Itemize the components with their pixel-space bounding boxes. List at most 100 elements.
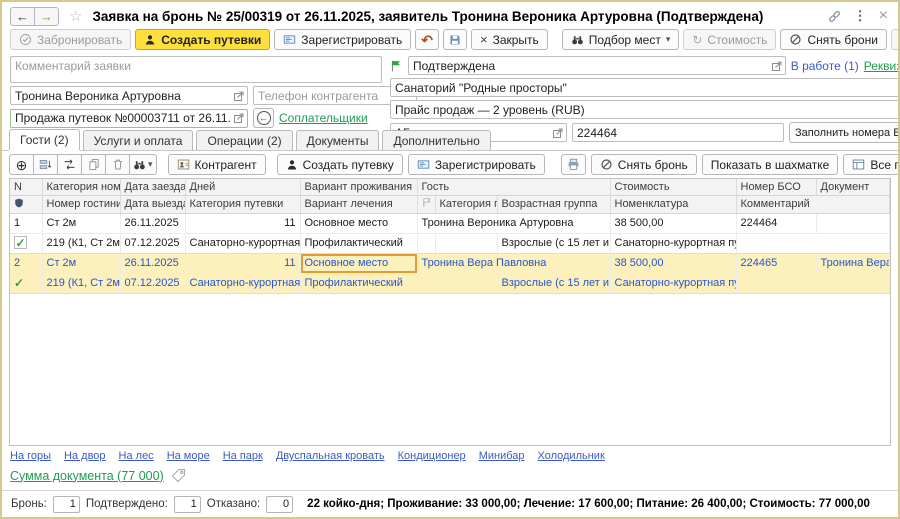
- tab-guests[interactable]: Гости (2): [9, 129, 80, 150]
- field-open-icon[interactable]: [772, 61, 782, 71]
- sale-document-input[interactable]: [15, 111, 231, 125]
- field-open-icon[interactable]: [234, 113, 244, 123]
- binoculars-icon: [571, 33, 584, 46]
- header-row-2: Номер гостиницы Дата выезда Категория пу…: [10, 195, 890, 213]
- remove-bookings-button[interactable]: Снять брони: [780, 29, 886, 50]
- forward-button[interactable]: →: [34, 7, 59, 26]
- col-comment: Комментарий: [736, 195, 890, 213]
- applicant-input[interactable]: [15, 89, 231, 103]
- tab-documents[interactable]: Документы: [296, 130, 380, 150]
- undo-button[interactable]: ↶: [415, 29, 439, 50]
- feature-link[interactable]: На горы: [10, 450, 51, 462]
- requisites-link[interactable]: Реквизиты: [864, 59, 900, 73]
- contractor-button[interactable]: Контрагент: [168, 154, 266, 175]
- feature-link[interactable]: На лес: [119, 450, 154, 462]
- printer-icon: [567, 158, 580, 171]
- register-button[interactable]: Зарегистрировать: [274, 29, 411, 50]
- select-places-button[interactable]: Подбор мест ▾: [562, 29, 680, 50]
- cost-button[interactable]: ↻ Стоимость: [683, 29, 776, 50]
- create-vouchers-button[interactable]: Создать путевки: [135, 29, 270, 50]
- add-row-button[interactable]: ⊕: [9, 154, 34, 175]
- feature-link[interactable]: Минибар: [479, 450, 525, 462]
- price-tag-icon[interactable]: [171, 468, 186, 483]
- status-bar: Бронь: Подтверждено: Отказано: 22 койко-…: [2, 490, 898, 517]
- favorite-star-icon[interactable]: ☆: [69, 7, 82, 25]
- table-row: 1 Ст 2м 26.11.2025 11 Основное место Тро…: [10, 213, 890, 233]
- remove-booking-button[interactable]: Снять бронь: [591, 154, 697, 175]
- feature-link[interactable]: Холодильник: [538, 450, 605, 462]
- create-voucher-button[interactable]: Создать путевку: [277, 154, 403, 175]
- table-row: ✓ 219 (К1, Ст 2м) 07.12.2025 Санаторно-к…: [10, 233, 890, 253]
- feature-link[interactable]: На парк: [223, 450, 263, 462]
- feature-link[interactable]: На двор: [64, 450, 106, 462]
- person-icon: [144, 34, 156, 46]
- register-row-button[interactable]: Зарегистрировать: [408, 154, 545, 175]
- delete-row-button[interactable]: [105, 154, 130, 175]
- confirmed-count-field[interactable]: [174, 496, 201, 513]
- tab-strip: Гости (2) Услуги и оплата Операции (2) Д…: [2, 130, 898, 151]
- booking-label: Бронь:: [11, 498, 47, 510]
- refresh-icon: ↻: [692, 33, 702, 47]
- close-button[interactable]: × Закрыть: [471, 29, 548, 50]
- price-list-input[interactable]: [395, 103, 900, 117]
- declined-count-field[interactable]: [266, 496, 293, 513]
- save-button[interactable]: [443, 29, 467, 50]
- feature-link[interactable]: На море: [167, 450, 210, 462]
- booking-count-field[interactable]: [53, 496, 80, 513]
- tab-operations[interactable]: Операции (2): [196, 130, 292, 150]
- close-window-icon[interactable]: ×: [879, 8, 888, 24]
- grid-icon-group: ⊕ ▾: [9, 154, 157, 175]
- link-icon[interactable]: [827, 9, 842, 24]
- find-button[interactable]: ▾: [129, 154, 157, 175]
- tab-additional[interactable]: Дополнительно: [382, 130, 490, 150]
- copy-row-button[interactable]: [81, 154, 106, 175]
- menu-kebab-icon[interactable]: ⋮: [854, 8, 867, 24]
- go-to-document-button[interactable]: ←: [253, 108, 274, 128]
- tab-services-payment[interactable]: Услуги и оплата: [83, 130, 194, 150]
- request-comment-input[interactable]: [10, 56, 382, 83]
- create-by-removed-button[interactable]: Создать заявку по снятой брони: [891, 29, 900, 50]
- in-work-link[interactable]: В работе (1): [791, 59, 859, 73]
- book-button[interactable]: Забронировать: [10, 29, 131, 50]
- move-rows-button[interactable]: [33, 154, 58, 175]
- feature-link[interactable]: Двуспальная кровать: [276, 450, 385, 462]
- status-input[interactable]: [413, 59, 769, 73]
- col-cost: Стоимость: [610, 179, 736, 195]
- totals-summary: 22 койко-дня; Проживание: 33 000,00; Леч…: [307, 498, 870, 510]
- close-x-icon: ×: [480, 32, 488, 47]
- no-sign-icon: [789, 33, 802, 46]
- confirmed-label: Подтверждено:: [86, 498, 168, 510]
- col-voucher-category: Категория путевки: [185, 195, 300, 213]
- col-n: N: [10, 179, 42, 195]
- show-chessboard-button[interactable]: Показать в шахматке: [702, 154, 839, 175]
- swap-rows-button[interactable]: [57, 154, 82, 175]
- all-parameters-button[interactable]: Все параметры: [843, 154, 900, 175]
- arrow-left-circle-icon: ←: [257, 111, 271, 125]
- title-bar: ← → ☆ Заявка на бронь № 25/00319 от 26.1…: [2, 2, 898, 28]
- status-field: [408, 56, 786, 75]
- document-sum-link[interactable]: Сумма документа (77 000): [10, 469, 164, 483]
- col-guest-category: Категория гостя: [435, 195, 497, 213]
- sale-document-field: [10, 109, 248, 128]
- col-room-category: Категория номера: [42, 179, 120, 195]
- col-document: Документ: [816, 179, 890, 195]
- binoculars-icon: [133, 158, 146, 171]
- field-open-icon[interactable]: [234, 91, 244, 101]
- back-button[interactable]: ←: [10, 7, 35, 26]
- window-grid-icon: [852, 158, 865, 171]
- feature-link[interactable]: Кондиционер: [398, 450, 466, 462]
- col-treatment-variant: Вариант лечения: [300, 195, 417, 213]
- arrow-left-icon: ←: [16, 9, 29, 24]
- selected-cell[interactable]: Основное место: [300, 253, 417, 273]
- sanatorium-input[interactable]: [395, 81, 900, 95]
- print-button[interactable]: [561, 154, 586, 175]
- copayers-link[interactable]: Соплательщики: [279, 111, 368, 125]
- guests-table-container: N Категория номера Дата заезда Дней Вари…: [9, 178, 891, 446]
- card-icon: [283, 33, 296, 46]
- registered-checkbox-icon: ✓: [14, 236, 27, 249]
- feature-links: На горы На двор На лес На море На парк Д…: [2, 446, 898, 463]
- col-departure-date: Дата выезда: [120, 195, 185, 213]
- form-right-column: В работе (1) Реквизиты: [390, 56, 900, 128]
- contact-card-icon: [177, 158, 190, 171]
- declined-label: Отказано:: [207, 498, 260, 510]
